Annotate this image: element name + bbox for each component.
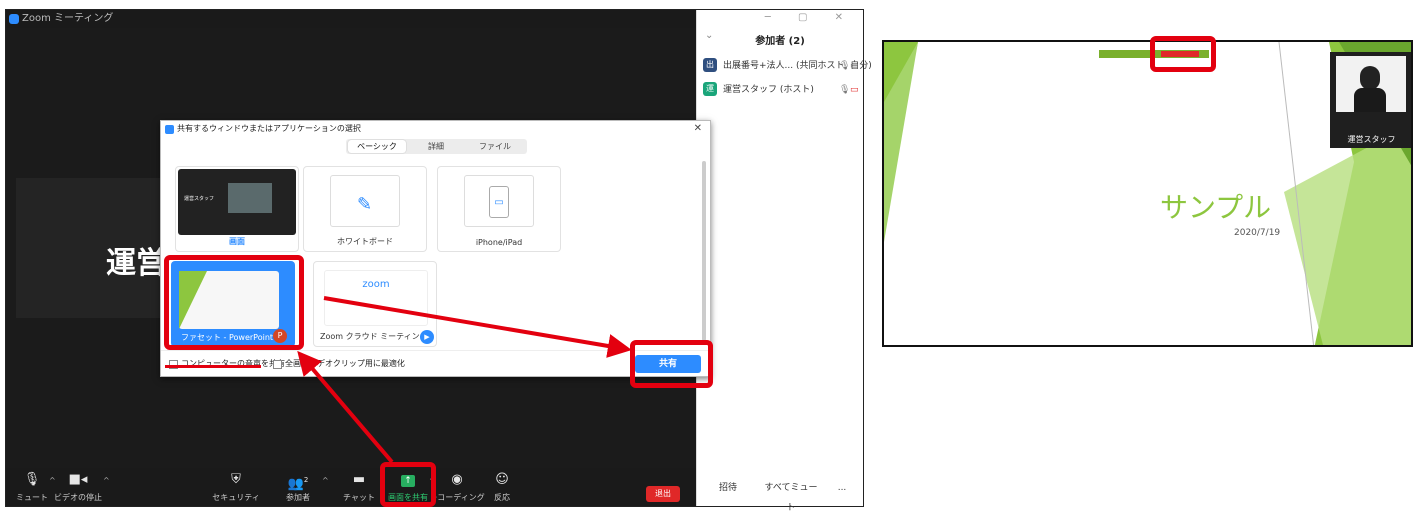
slide-title: サンプル bbox=[1160, 191, 1272, 224]
zoom-camera-icon: ▶ bbox=[420, 330, 434, 344]
pen-icon: ✎ bbox=[357, 194, 373, 215]
slide-date: 2020/7/19 bbox=[1234, 228, 1281, 238]
slide-shape bbox=[179, 271, 207, 329]
zoom-app-icon bbox=[165, 125, 174, 134]
share-button[interactable]: 共有 bbox=[635, 355, 701, 373]
share-option-zoom-meeting[interactable]: zoom Zoom クラウド ミーティング ▶ bbox=[313, 261, 437, 347]
share-option-powerpoint[interactable]: ファセット - PowerPoint P bbox=[171, 261, 295, 347]
video-camera-icon: ■◂ bbox=[68, 472, 88, 487]
participants-header: 参加者 (2) bbox=[755, 36, 805, 47]
dialog-footer: コンピューターの音声を共有 全画面ビデオクリップ用に最適化 共有 bbox=[161, 350, 710, 378]
camera-off-icon: ▭ bbox=[850, 85, 859, 95]
screen-thumbnail: 運営スタッフ bbox=[178, 169, 296, 235]
tab-advanced[interactable]: 詳細 bbox=[407, 140, 465, 153]
video-thumbnail: 運営スタッフ bbox=[1330, 52, 1411, 148]
tile-label: ホワイトボード bbox=[337, 237, 393, 246]
tab-files[interactable]: ファイル bbox=[466, 140, 524, 153]
dialog-scrollbar[interactable] bbox=[702, 161, 706, 341]
thumbnail-label: 運営スタッフ bbox=[184, 196, 215, 202]
underline-share-audio bbox=[165, 365, 261, 368]
shared-slide-preview: サンプル 2020/7/19 運営スタッフ bbox=[882, 40, 1413, 347]
share-dialog: 共有するウィンドウまたはアプリケーションの選択 ✕ ベーシック 詳細 ファイル … bbox=[160, 120, 711, 377]
window-controls[interactable]: ─ ▢ ✕ bbox=[765, 12, 855, 23]
person-head bbox=[1360, 66, 1380, 90]
zoom-app-icon bbox=[9, 14, 19, 24]
airplay-icon: ▭ bbox=[489, 186, 509, 218]
share-screen-icon: ↑ bbox=[401, 475, 415, 487]
iphone-thumbnail: ▭ bbox=[464, 175, 534, 227]
shield-icon: ⛨ bbox=[231, 472, 241, 487]
invite-button[interactable]: 招待 bbox=[711, 478, 745, 498]
microphone-icon: 🎙 bbox=[839, 85, 851, 95]
smile-icon: ☺ bbox=[495, 472, 509, 487]
thumbnail-video bbox=[228, 183, 272, 213]
avatar: 出 bbox=[703, 58, 717, 72]
whiteboard-thumbnail: ✎ bbox=[330, 175, 400, 227]
tile-label: Zoom クラウド ミーティング bbox=[320, 332, 428, 341]
tile-label: 画面 bbox=[229, 237, 245, 246]
microphone-icon: 🎙 bbox=[839, 61, 851, 71]
powerpoint-thumbnail bbox=[179, 271, 279, 329]
participants-footer: 招待 すべてミュート ... bbox=[697, 478, 863, 513]
camera-icon: ▭ bbox=[850, 61, 859, 71]
window-title: Zoom ミーティング bbox=[22, 13, 114, 24]
participant-name: 運営スタッフ (ホスト) bbox=[723, 85, 814, 95]
powerpoint-icon: P bbox=[273, 329, 287, 343]
share-option-iphone[interactable]: ▭ iPhone/iPad bbox=[437, 166, 561, 252]
caret-up-icon[interactable]: ^ bbox=[103, 476, 110, 485]
participant-row[interactable]: 出 出展番号+法人... (共同ホスト, 自分) 🎙 ▭ bbox=[703, 58, 872, 74]
security-button[interactable]: ⛨ セキュリティ bbox=[206, 472, 266, 503]
participant-video bbox=[1336, 56, 1406, 112]
dialog-title: 共有するウィンドウまたはアプリケーションの選択 bbox=[177, 124, 361, 133]
share-option-screen[interactable]: 運営スタッフ 画面 bbox=[175, 166, 299, 252]
optimize-video-label: 全画面ビデオクリップ用に最適化 bbox=[285, 359, 405, 368]
recording-indicator bbox=[1161, 51, 1199, 57]
share-option-whiteboard[interactable]: ✎ ホワイトボード bbox=[303, 166, 427, 252]
avatar: 運 bbox=[703, 82, 717, 96]
participant-row[interactable]: 運 運営スタッフ (ホスト) 🎙 ▭ bbox=[703, 82, 861, 98]
mute-all-button[interactable]: すべてミュート bbox=[761, 478, 821, 513]
stop-video-button[interactable]: ■◂ ビデオの停止 bbox=[48, 472, 108, 503]
zoom-title-bar: Zoom ミーティング bbox=[6, 10, 696, 28]
zoom-meeting-thumbnail: zoom bbox=[324, 270, 428, 326]
caret-up-icon[interactable]: ^ bbox=[322, 476, 329, 485]
person-body bbox=[1354, 88, 1386, 112]
video-participant-name: 運営スタッフ bbox=[1347, 135, 1396, 144]
participants-button[interactable]: 👥2 参加者 bbox=[268, 472, 328, 503]
presenter-name: 運営 bbox=[106, 246, 166, 281]
leave-button[interactable]: 退出 bbox=[646, 486, 680, 502]
meeting-toolbar: 🎙 ミュート ^ ■◂ ビデオの停止 ^ ⛨ セキュリティ 👥2 参加者 ^ ▬… bbox=[6, 468, 696, 506]
close-icon[interactable]: ✕ bbox=[694, 121, 702, 137]
dialog-title-bar: 共有するウィンドウまたはアプリケーションの選択 ✕ bbox=[161, 121, 710, 137]
participants-panel: ─ ▢ ✕ ⌄ 参加者 (2) 出 出展番号+法人... (共同ホスト, 自分)… bbox=[696, 10, 872, 513]
optimize-video-checkbox[interactable] bbox=[273, 360, 282, 369]
more-button[interactable]: ... bbox=[835, 478, 849, 498]
people-icon: 👥2 bbox=[287, 476, 309, 492]
zoom-logo: zoom bbox=[362, 279, 390, 290]
dialog-tabs: ベーシック 詳細 ファイル bbox=[346, 139, 527, 154]
reactions-button[interactable]: ☺ 反応 bbox=[472, 472, 532, 503]
tab-basic[interactable]: ベーシック bbox=[348, 140, 406, 153]
tile-label: iPhone/iPad bbox=[475, 238, 523, 247]
